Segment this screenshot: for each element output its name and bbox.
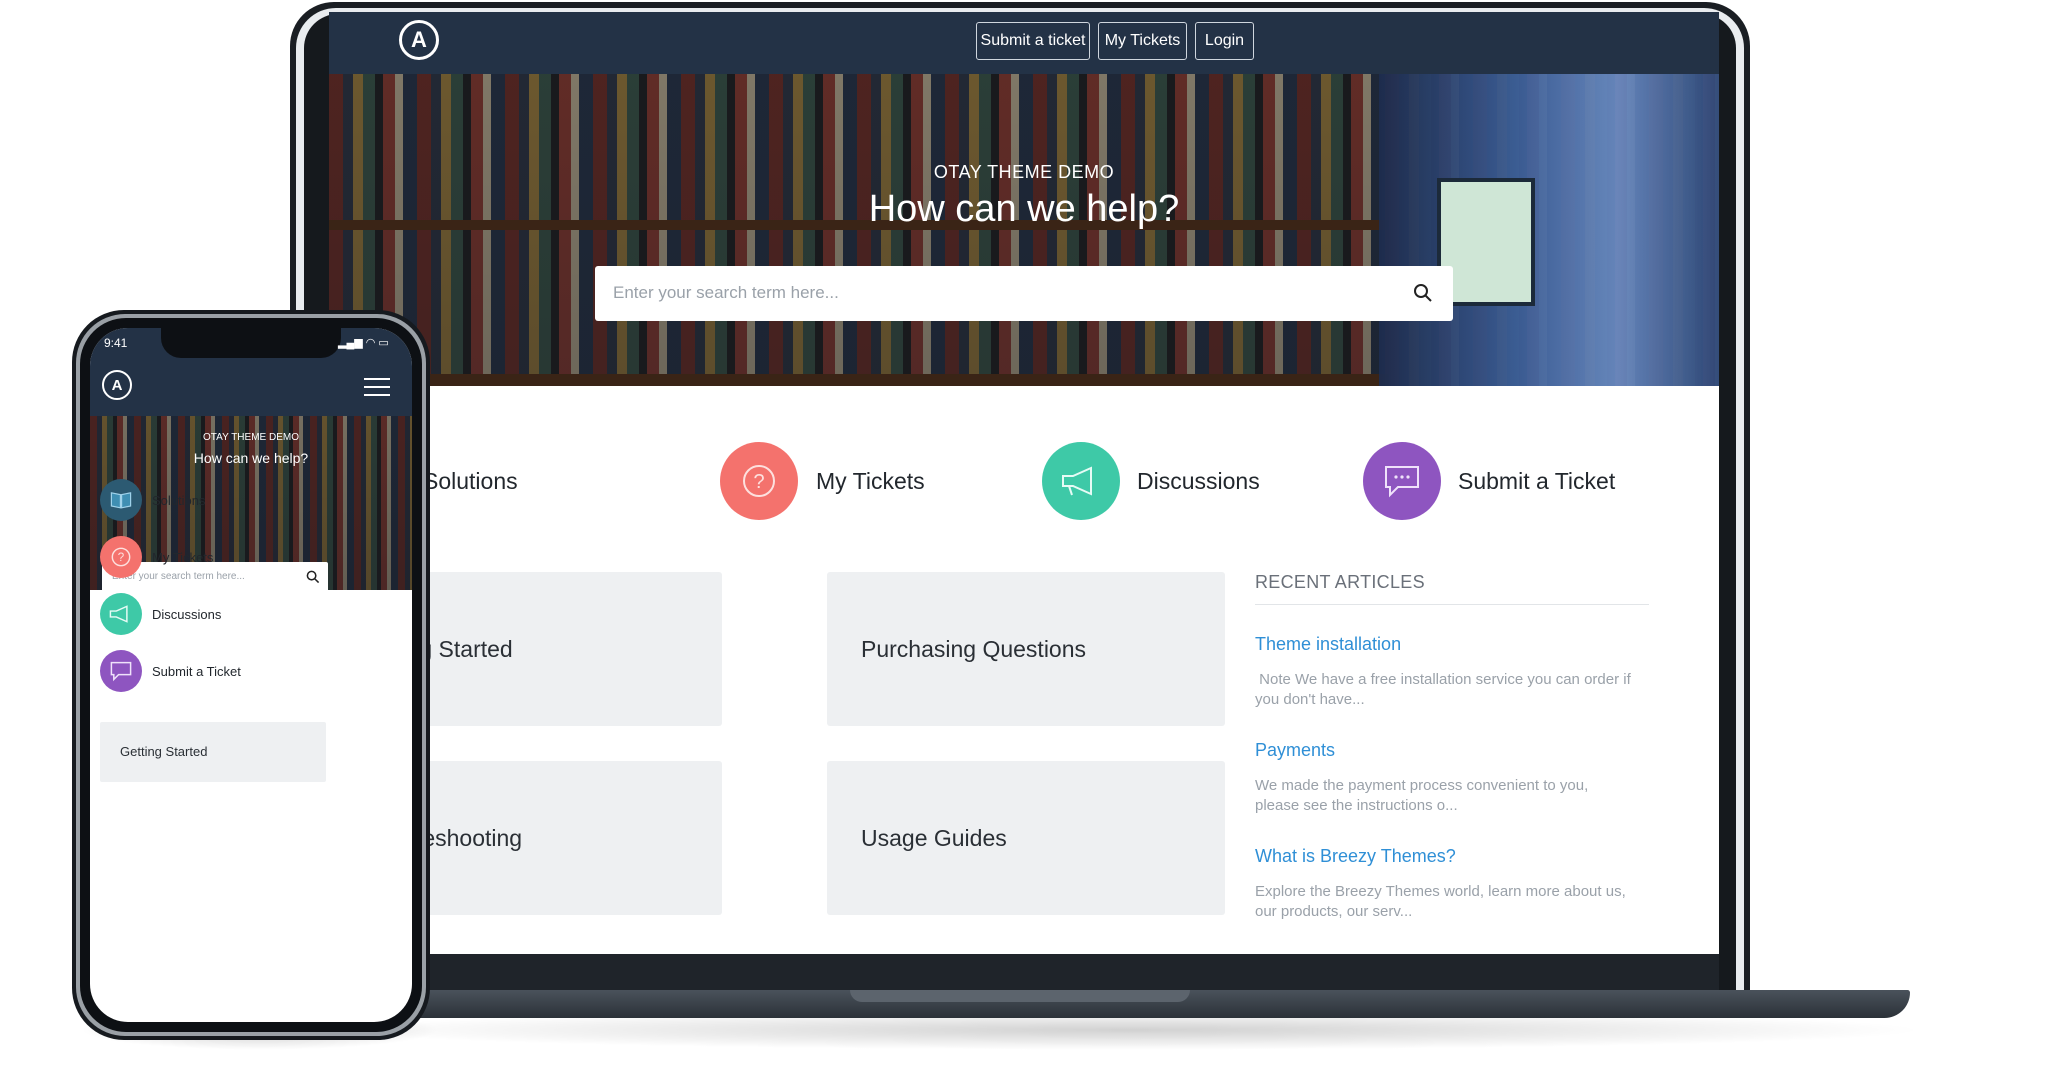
status-icons: ▂▄▆ ◠ ▭ — [338, 337, 389, 349]
category-label: Discussions — [152, 606, 222, 622]
my-tickets-button[interactable]: My Tickets — [1098, 22, 1187, 60]
category-submit-ticket[interactable]: Submit a Ticket — [100, 649, 400, 693]
article-excerpt: Explore the Breezy Themes world, learn m… — [1255, 883, 1626, 920]
svg-text:?: ? — [753, 471, 764, 493]
article-excerpt: Note We have a free installation service… — [1255, 671, 1635, 708]
card-getting-started[interactable]: Getting Started — [100, 722, 326, 782]
article-link[interactable]: What is Breezy Themes? — [1255, 846, 1456, 867]
card-label: Purchasing Questions — [861, 635, 1087, 662]
category-label: Solutions — [152, 492, 206, 508]
card-usage-guides[interactable]: Usage Guides — [827, 761, 1225, 915]
recent-articles-heading: RECENT ARTICLES — [1255, 572, 1425, 592]
search-icon[interactable] — [1413, 283, 1433, 303]
category-discussions[interactable]: Discussions — [100, 592, 400, 636]
book-icon — [100, 479, 142, 521]
category-label: Discussions — [1137, 467, 1260, 494]
question-icon: ? — [720, 442, 798, 520]
category-label: Solutions — [423, 467, 518, 494]
chat-icon — [100, 650, 142, 692]
hero-title: How can we help? — [193, 450, 309, 466]
laptop-screen: A Submit a ticket My Tickets Login OTAY … — [329, 12, 1719, 954]
article-link[interactable]: Payments — [1255, 740, 1335, 761]
logo-icon[interactable]: A — [399, 20, 439, 60]
category-solutions[interactable]: Solutions — [100, 478, 400, 522]
category-submit-ticket[interactable]: Submit a Ticket — [1363, 442, 1615, 520]
bookshelf — [329, 374, 1389, 386]
megaphone-icon — [100, 593, 142, 635]
footer-bar — [329, 954, 1719, 994]
chat-icon — [1363, 442, 1441, 520]
hamburger-menu-icon[interactable] — [364, 378, 390, 396]
category-my-tickets[interactable]: ? My Tickets — [720, 442, 925, 520]
submit-ticket-button[interactable]: Submit a ticket — [976, 22, 1090, 60]
status-time: 9:41 — [104, 336, 128, 350]
card-label: Getting Started — [120, 744, 208, 759]
laptop-hinge — [850, 990, 1190, 1002]
logo-icon[interactable]: A — [102, 370, 132, 400]
question-icon: ? — [100, 536, 142, 578]
search-placeholder: Enter your search term here... — [613, 283, 839, 302]
top-navigation: A Submit a ticket My Tickets Login — [329, 12, 1719, 74]
divider — [1255, 604, 1649, 605]
category-my-tickets[interactable]: ? My Tickets — [100, 535, 400, 579]
svg-text:?: ? — [118, 552, 124, 564]
login-button[interactable]: Login — [1195, 22, 1254, 60]
category-label: Submit a Ticket — [1458, 467, 1616, 494]
category-label: My Tickets — [816, 467, 925, 494]
article-excerpt: We made the payment process convenient t… — [1255, 777, 1589, 814]
hero-subtitle: OTAY THEME DEMO — [933, 162, 1115, 182]
category-label: My Tickets — [152, 549, 214, 565]
card-label: Usage Guides — [861, 824, 1007, 851]
hero-subtitle: OTAY THEME DEMO — [203, 432, 299, 443]
hero-title: How can we help? — [868, 188, 1180, 230]
phone-notch — [161, 328, 341, 358]
phone-screen: 9:41 ▂▄▆ ◠ ▭ A OTAY THEME DEMO How can w… — [90, 328, 412, 1022]
megaphone-icon — [1042, 442, 1120, 520]
card-purchasing-questions[interactable]: Purchasing Questions — [827, 572, 1225, 726]
article-link[interactable]: Theme installation — [1255, 634, 1401, 655]
category-label: Submit a Ticket — [152, 663, 241, 679]
category-discussions[interactable]: Discussions — [1042, 442, 1260, 520]
search-input[interactable]: Enter your search term here... — [595, 266, 1453, 321]
